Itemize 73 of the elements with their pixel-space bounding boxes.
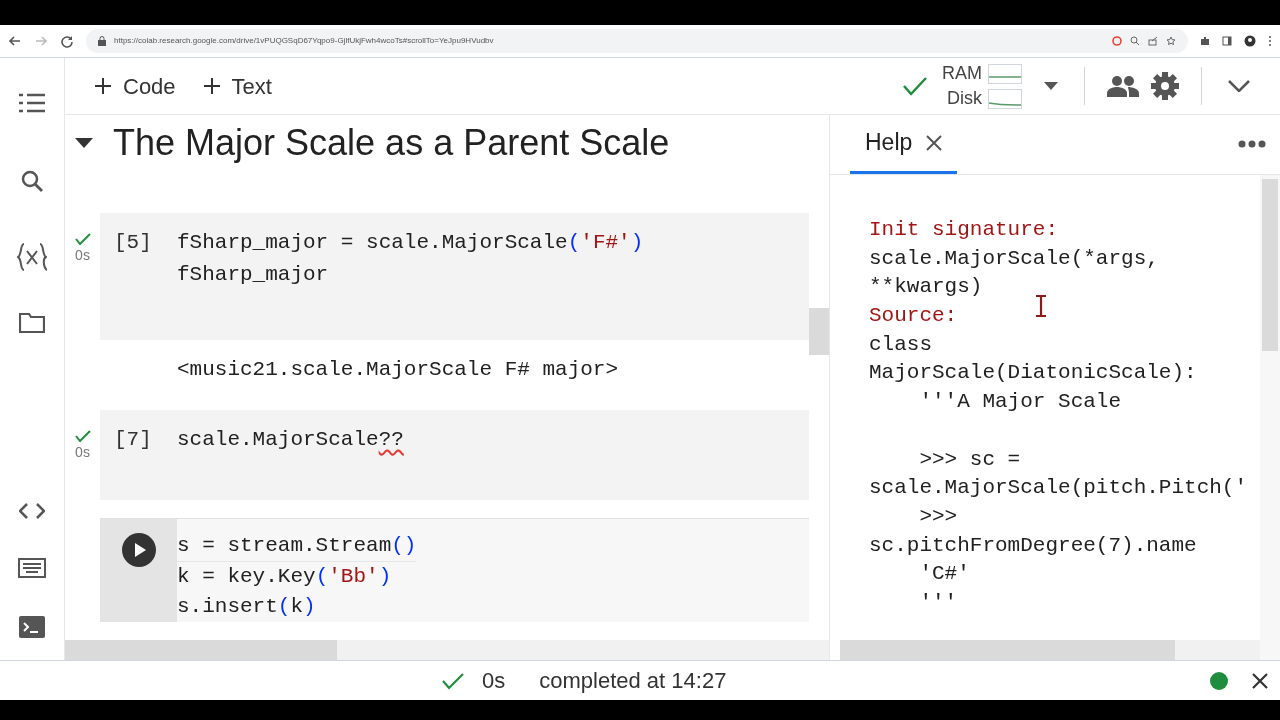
people-icon[interactable]: [1107, 75, 1139, 97]
menu-icon[interactable]: [19, 93, 45, 113]
terminal-icon[interactable]: [19, 616, 45, 638]
help-text-line: >>>: [918, 503, 958, 530]
code-line: s = stream.Stream(): [177, 531, 417, 562]
add-cell-button[interactable]: Text: [203, 69, 272, 103]
section-heading: The Major Scale as a Parent Scale: [113, 120, 670, 165]
code-cell[interactable]: s = stream.Stream() k = key.Key('Bb') s.insert(k): [100, 518, 809, 622]
collapse-chevron-icon[interactable]: [1228, 80, 1250, 92]
resource-meter: [988, 63, 1022, 84]
code-line: fSharp_major = scale.MajorScale('F#'): [177, 230, 644, 256]
plus-icon: [203, 78, 220, 94]
google-icon[interactable]: [1112, 36, 1122, 46]
more-options-icon[interactable]: [1238, 140, 1266, 148]
resource-meter: [988, 88, 1022, 109]
back-icon[interactable]: [8, 34, 22, 48]
star-icon[interactable]: [1166, 36, 1176, 46]
help-text-line: 'C#': [918, 561, 970, 588]
code-line: k = key.Key('Bb'): [177, 564, 393, 590]
search-icon[interactable]: [20, 169, 44, 193]
close-icon[interactable]: [926, 134, 943, 151]
reload-icon[interactable]: [60, 34, 74, 48]
help-text-line: '''A Major Scale: [918, 389, 1122, 416]
help-text-line: scale.MajorScale(pitch.Pitch(': [869, 475, 1248, 502]
help-text-line: >>> sc =: [918, 446, 1021, 473]
run-button[interactable]: [121, 533, 156, 567]
help-text-line: MajorScale(DiatonicScale):: [869, 360, 1197, 387]
code-line: scale.MajorScale??: [177, 427, 404, 453]
side-panel-icon[interactable]: [1222, 36, 1232, 46]
close-icon[interactable]: [1252, 672, 1268, 689]
vertical-scrollbar-thumb[interactable]: [809, 308, 829, 355]
help-text-line: Source:: [869, 303, 958, 330]
help-text-line: class: [869, 331, 932, 358]
help-text-line: ''': [918, 589, 958, 616]
lock-icon: [98, 36, 106, 46]
cell-output: <music21.scale.MajorScale F# major>: [176, 357, 620, 383]
resource-label: Disk: [947, 87, 982, 110]
dropdown-caret-icon[interactable]: [1044, 82, 1058, 90]
url-text: https://colab.research.google.com/drive/1vPUQGSqD67Yqpo9-GjlfUkjFwh4wcoTs#scrollTo=YeJpu9HVudbv: [114, 35, 494, 47]
code-snippets-icon[interactable]: [19, 502, 45, 520]
keyboard-icon[interactable]: [18, 558, 46, 578]
code-line: s.insert(k): [177, 594, 317, 620]
profile-avatar-icon[interactable]: [1244, 35, 1256, 47]
code-cell[interactable]: [7] scale.MajorScale??: [100, 410, 809, 500]
variables-icon[interactable]: [17, 243, 47, 271]
status-message: completed at 14:27: [539, 667, 727, 695]
help-tab[interactable]: Help: [850, 114, 958, 174]
help-vertical-scrollbar-thumb[interactable]: [1262, 179, 1278, 351]
add-cell-button[interactable]: Code: [95, 69, 176, 103]
more-icon[interactable]: [1268, 35, 1272, 47]
help-text-line: sc.pitchFromDegree(7).name: [869, 532, 1197, 559]
execution-time: 0s: [482, 667, 506, 695]
run-time: 0s: [75, 246, 90, 265]
execution-count: [7]: [114, 427, 152, 453]
run-time: 0s: [75, 443, 90, 462]
help-text-line: Init signature:: [869, 217, 1059, 243]
help-text-line: scale.MajorScale(*args,: [869, 245, 1159, 272]
settings-icon[interactable]: [1151, 72, 1179, 100]
address-bar[interactable]: https://colab.research.google.com/drive/1vPUQGSqD67Yqpo9-GjlfUkjFwh4wcoTs#scrollTo=YeJpu9HVudbv: [86, 29, 1188, 53]
section-caret-icon[interactable]: [75, 137, 93, 148]
resource-label: RAM: [942, 62, 982, 85]
code-cell[interactable]: [5] fSharp_major = scale.MajorScale('F#') fSharp_major: [100, 213, 809, 340]
plus-icon: [95, 78, 111, 94]
execution-count: [5]: [114, 230, 152, 256]
help-horizontal-scrollbar-thumb[interactable]: [840, 640, 1175, 660]
horizontal-scrollbar-thumb[interactable]: [65, 640, 337, 660]
code-line: fSharp_major: [177, 262, 330, 288]
help-text-line: **kwargs): [869, 274, 983, 301]
text-cursor-icon: [1035, 295, 1047, 317]
folder-icon[interactable]: [19, 313, 45, 333]
share-icon[interactable]: [1148, 36, 1158, 46]
puzzle-icon[interactable]: [1200, 36, 1210, 46]
zoom-icon[interactable]: [1130, 36, 1140, 46]
